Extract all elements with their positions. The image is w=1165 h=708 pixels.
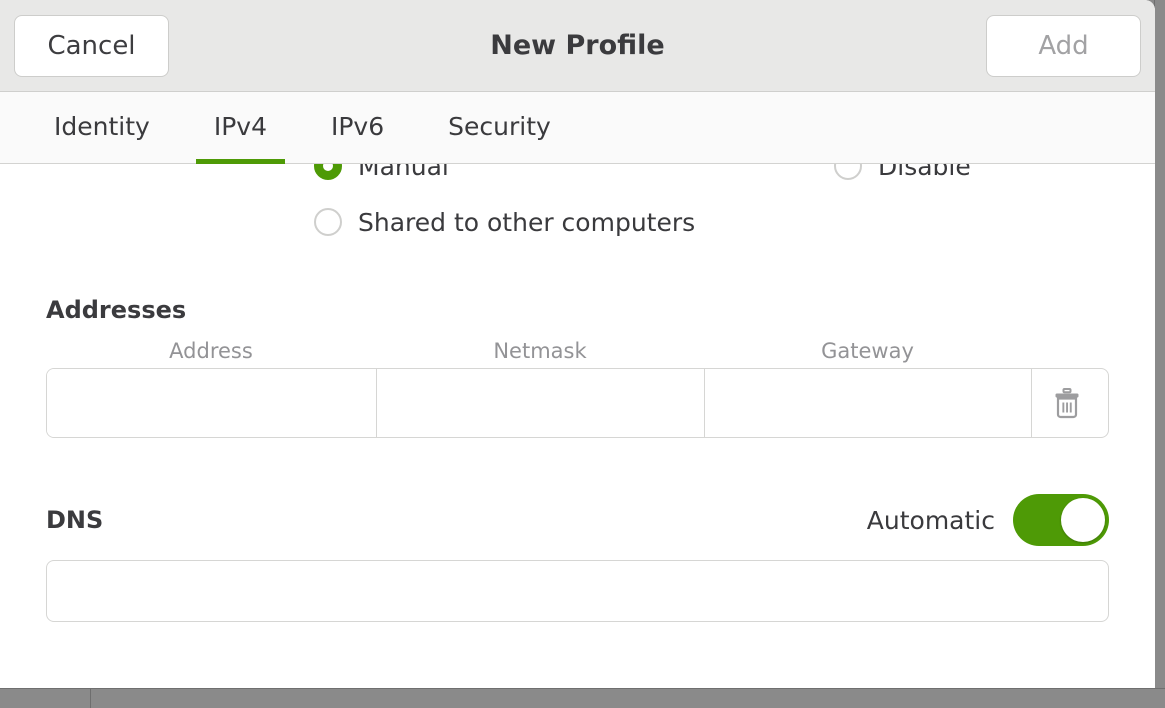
trash-icon bbox=[1055, 388, 1078, 419]
column-header-gateway: Gateway bbox=[821, 339, 914, 363]
addresses-table: Address Netmask Gateway bbox=[46, 334, 1109, 438]
radio-disable-indicator bbox=[834, 164, 862, 180]
new-profile-dialog: Cancel New Profile Add Identity IPv4 IPv… bbox=[0, 0, 1155, 689]
dns-automatic-label: Automatic bbox=[866, 505, 995, 535]
radio-disable-label: Disable bbox=[878, 164, 971, 181]
radio-shared-label: Shared to other computers bbox=[358, 207, 696, 237]
tab-ipv6[interactable]: IPv6 bbox=[313, 92, 402, 164]
dns-section-title: DNS bbox=[46, 506, 104, 534]
column-header-address: Address bbox=[169, 339, 253, 363]
dns-servers-input[interactable] bbox=[47, 561, 1108, 621]
dns-servers-field bbox=[46, 560, 1109, 622]
addresses-table-header: Address Netmask Gateway bbox=[46, 334, 1109, 368]
tab-identity[interactable]: Identity bbox=[36, 92, 168, 164]
radio-shared-indicator bbox=[314, 208, 342, 236]
dns-automatic-toggle[interactable] bbox=[1013, 494, 1109, 546]
cancel-button[interactable]: Cancel bbox=[14, 14, 169, 77]
page-title: New Profile bbox=[490, 30, 665, 61]
toggle-knob bbox=[1061, 498, 1105, 542]
add-button[interactable]: Add bbox=[986, 14, 1141, 77]
radio-option-disable[interactable]: Disable bbox=[834, 164, 1109, 194]
dialog-headerbar: Cancel New Profile Add bbox=[0, 0, 1155, 92]
tab-security[interactable]: Security bbox=[430, 92, 569, 164]
radio-manual-indicator bbox=[314, 164, 342, 180]
ipv4-method-group: Manual Disable Shared to other computers bbox=[46, 164, 1109, 250]
delete-address-button[interactable] bbox=[1032, 369, 1101, 437]
table-row bbox=[46, 368, 1109, 438]
address-input[interactable] bbox=[47, 369, 376, 437]
radio-option-shared[interactable]: Shared to other computers bbox=[314, 194, 1109, 250]
radio-manual-label: Manual bbox=[358, 164, 449, 181]
ipv4-settings-panel: Manual Disable Shared to other computers… bbox=[0, 164, 1155, 689]
netmask-cell bbox=[377, 369, 705, 437]
screen: Cancel New Profile Add Identity IPv4 IPv… bbox=[0, 0, 1165, 708]
tab-ipv4[interactable]: IPv4 bbox=[195, 92, 286, 164]
gateway-cell bbox=[705, 369, 1032, 437]
ipv4-method-grid: Manual Disable Shared to other computers bbox=[46, 164, 1109, 250]
tab-bar: Identity IPv4 IPv6 Security bbox=[0, 92, 1155, 164]
column-header-netmask: Netmask bbox=[493, 339, 587, 363]
netmask-input[interactable] bbox=[377, 369, 704, 437]
addresses-section-title: Addresses bbox=[46, 296, 187, 324]
gateway-input[interactable] bbox=[705, 369, 1031, 437]
desktop-background-bottom bbox=[0, 688, 1165, 708]
dns-section-header: DNS Automatic bbox=[46, 494, 1109, 546]
address-cell bbox=[47, 369, 377, 437]
desktop-background-right bbox=[1155, 0, 1165, 708]
desktop-panel-divider bbox=[90, 689, 91, 708]
radio-option-manual[interactable]: Manual bbox=[314, 164, 834, 194]
